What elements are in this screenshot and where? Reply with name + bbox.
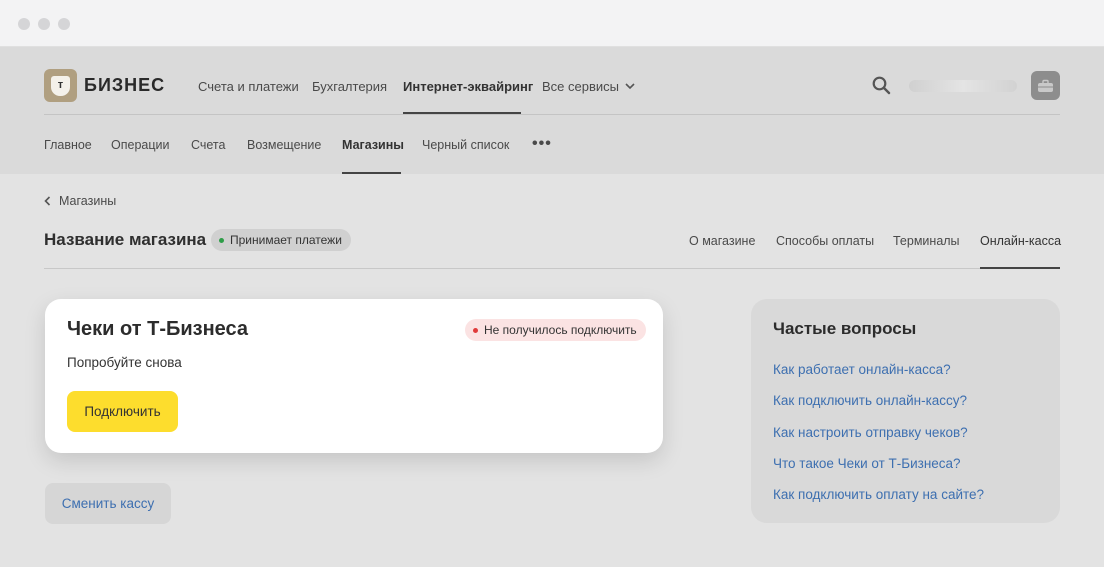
receipts-card: Чеки от Т-Бизнеса Не получилось подключи…: [45, 299, 663, 453]
breadcrumb-label: Магазины: [59, 194, 117, 208]
subnav-item-accounts[interactable]: Счета: [191, 138, 225, 152]
card-title: Чеки от Т-Бизнеса: [67, 318, 249, 340]
topnav-item-accounting[interactable]: Бухгалтерия: [312, 79, 387, 94]
card-subtitle: Попробуйте снова: [67, 355, 182, 370]
topnav-item-accounts[interactable]: Счета и платежи: [198, 79, 299, 94]
app-header: [0, 47, 1104, 174]
faq-link[interactable]: Как подключить онлайн-кассу?: [773, 393, 967, 408]
subnav-item-operations[interactable]: Операции: [111, 138, 169, 152]
breadcrumb[interactable]: Магазины: [44, 194, 116, 208]
topnav-item-acquiring[interactable]: Интернет-эквайринг: [403, 79, 533, 94]
user-name-blurred[interactable]: [909, 80, 1017, 92]
tab-online-register[interactable]: Онлайн-касса: [980, 234, 1061, 248]
status-badge: Принимает платежи: [211, 229, 351, 251]
subnav-item-main[interactable]: Главное: [44, 138, 92, 152]
faq-title: Частые вопросы: [773, 319, 917, 338]
brand-name: БИЗНЕС: [84, 75, 166, 95]
briefcase-icon: [1038, 79, 1053, 92]
logo-badge: т: [44, 69, 77, 102]
logo-shield-icon: т: [51, 75, 70, 96]
page-title: Название магазина: [44, 230, 207, 249]
faq-link[interactable]: Что такое Чеки от Т-Бизнеса?: [773, 456, 961, 471]
change-register-button[interactable]: Сменить кассу: [45, 483, 171, 524]
topnav-item-all-services[interactable]: Все сервисы: [542, 79, 635, 94]
header-divider: [44, 114, 1060, 115]
status-dot-icon: [219, 237, 224, 243]
subnav-item-stores[interactable]: Магазины: [342, 138, 404, 152]
faq-link[interactable]: Как подключить оплату на сайте?: [773, 487, 984, 502]
tab-about-store[interactable]: О магазине: [689, 234, 755, 248]
tabs-divider: [44, 268, 1060, 269]
faq-link[interactable]: Как настроить отправку чеков?: [773, 425, 968, 440]
chevron-left-icon: [44, 196, 51, 206]
search-icon[interactable]: [872, 76, 891, 95]
faq-panel: Частые вопросы Как работает онлайн-касса…: [751, 299, 1060, 523]
window-close-dot[interactable]: [18, 18, 30, 30]
chevron-down-icon: [625, 83, 635, 90]
status-badge-label: Принимает платежи: [230, 233, 342, 247]
subnav-active-indicator: [342, 172, 401, 174]
error-dot-icon: [473, 327, 478, 333]
connect-button[interactable]: Подключить: [67, 391, 178, 432]
tab-payment-methods[interactable]: Способы оплаты: [776, 234, 874, 248]
error-status-label: Не получилось подключить: [484, 323, 637, 337]
brand-logo[interactable]: т БИЗНЕС: [44, 69, 165, 102]
more-options-icon[interactable]: •••: [532, 135, 552, 153]
tab-active-indicator: [980, 267, 1060, 269]
faq-link[interactable]: Как работает онлайн-касса?: [773, 362, 951, 377]
subnav-item-blacklist[interactable]: Черный список: [422, 138, 509, 152]
window-maximize-dot[interactable]: [58, 18, 70, 30]
error-status-badge: Не получилось подключить: [465, 319, 646, 341]
avatar[interactable]: [1031, 71, 1060, 100]
subnav-item-refunds[interactable]: Возмещение: [247, 138, 321, 152]
tab-terminals[interactable]: Терминалы: [893, 234, 960, 248]
topnav-all-services-label: Все сервисы: [542, 79, 619, 94]
window-minimize-dot[interactable]: [38, 18, 50, 30]
window-titlebar: [0, 0, 1104, 47]
